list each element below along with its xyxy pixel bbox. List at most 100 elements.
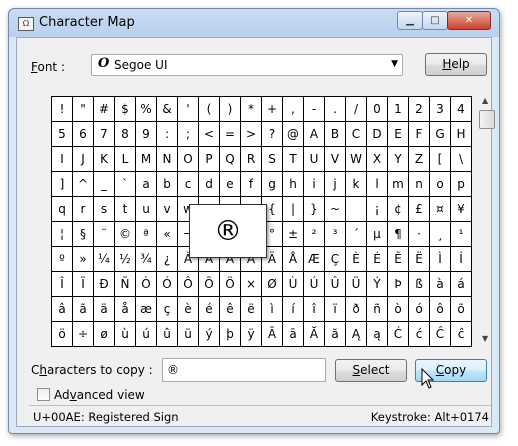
character-cell[interactable]: |	[283, 197, 304, 222]
character-cell[interactable]: è	[178, 297, 199, 322]
character-cell[interactable]: u	[136, 197, 157, 222]
character-cell[interactable]: =	[220, 122, 241, 147]
character-cell[interactable]: Ă	[304, 322, 325, 347]
character-cell[interactable]: ¸	[430, 222, 451, 247]
character-cell[interactable]: Ø	[262, 272, 283, 297]
minimize-button[interactable]: ▁	[397, 11, 423, 30]
character-cell[interactable]: $	[115, 97, 136, 122]
character-cell[interactable]: £	[409, 197, 430, 222]
character-cell[interactable]: ö	[52, 322, 73, 347]
character-cell[interactable]: ü	[178, 322, 199, 347]
character-cell[interactable]: ¤	[430, 197, 451, 222]
character-cell[interactable]: ý	[199, 322, 220, 347]
character-cell[interactable]: Ê	[388, 247, 409, 272]
character-cell[interactable]: I	[52, 147, 73, 172]
character-cell[interactable]: )	[220, 97, 241, 122]
character-cell[interactable]: +	[262, 97, 283, 122]
character-cell[interactable]: 0	[367, 97, 388, 122]
character-cell[interactable]: ©	[115, 222, 136, 247]
character-cell[interactable]: O	[178, 147, 199, 172]
character-cell[interactable]: D	[367, 122, 388, 147]
character-cell[interactable]: ;	[178, 122, 199, 147]
character-cell[interactable]: Ā	[262, 322, 283, 347]
character-cell[interactable]: Ú	[304, 272, 325, 297]
character-cell[interactable]: â	[52, 297, 73, 322]
character-cell[interactable]: ÿ	[241, 322, 262, 347]
character-cell[interactable]: É	[367, 247, 388, 272]
character-cell[interactable]: Z	[409, 147, 430, 172]
character-cell[interactable]: È	[346, 247, 367, 272]
character-cell[interactable]: ú	[136, 322, 157, 347]
character-cell[interactable]: \	[451, 147, 472, 172]
character-cell[interactable]: ç	[157, 297, 178, 322]
character-cell[interactable]: ì	[262, 297, 283, 322]
character-cell[interactable]: º	[52, 247, 73, 272]
character-cell[interactable]: ¿	[157, 247, 178, 272]
font-select[interactable]: O Segoe UI ▼	[91, 54, 403, 76]
character-cell[interactable]: û	[157, 322, 178, 347]
character-cell[interactable]: þ	[220, 322, 241, 347]
character-cell[interactable]: &	[157, 97, 178, 122]
character-cell[interactable]: ã	[73, 297, 94, 322]
character-cell[interactable]: P	[199, 147, 220, 172]
character-cell[interactable]: S	[262, 147, 283, 172]
checkbox-icon[interactable]	[37, 388, 50, 401]
character-cell[interactable]: *	[241, 97, 262, 122]
character-cell[interactable]: ¥	[451, 197, 472, 222]
character-cell[interactable]: Ï	[73, 272, 94, 297]
close-button[interactable]: ✕	[447, 11, 491, 30]
character-cell[interactable]: B	[325, 122, 346, 147]
character-cell[interactable]: Ü	[346, 272, 367, 297]
character-cell[interactable]: ¶	[388, 222, 409, 247]
character-cell[interactable]: ø	[94, 322, 115, 347]
character-cell[interactable]: -	[304, 97, 325, 122]
character-cell[interactable]: 8	[115, 122, 136, 147]
character-cell[interactable]: ±	[283, 222, 304, 247]
character-cell[interactable]: Î	[52, 272, 73, 297]
character-cell[interactable]: Ô	[178, 272, 199, 297]
character-cell[interactable]: Ñ	[115, 272, 136, 297]
character-cell[interactable]: p	[451, 172, 472, 197]
character-cell[interactable]: ß	[409, 272, 430, 297]
character-cell[interactable]: 4	[451, 97, 472, 122]
character-cell[interactable]: j	[325, 172, 346, 197]
character-cell[interactable]: §	[73, 222, 94, 247]
character-cell[interactable]: ê	[220, 297, 241, 322]
character-cell[interactable]: ²	[304, 222, 325, 247]
character-cell[interactable]: ×	[241, 272, 262, 297]
character-cell[interactable]: Ò	[136, 272, 157, 297]
character-cell[interactable]: W	[346, 147, 367, 172]
character-cell[interactable]: m	[388, 172, 409, 197]
character-cell[interactable]: r	[73, 197, 94, 222]
character-cell[interactable]: á	[451, 272, 472, 297]
character-cell[interactable]: ë	[241, 297, 262, 322]
character-cell[interactable]: Ð	[94, 272, 115, 297]
scroll-thumb[interactable]	[479, 110, 495, 129]
character-cell[interactable]: c	[178, 172, 199, 197]
character-cell[interactable]: Æ	[304, 247, 325, 272]
character-cell[interactable]: G	[430, 122, 451, 147]
character-cell[interactable]: Ą	[346, 322, 367, 347]
character-cell[interactable]: X	[367, 147, 388, 172]
character-cell[interactable]: J	[73, 147, 94, 172]
character-cell[interactable]: Å	[283, 247, 304, 272]
character-cell[interactable]: í	[283, 297, 304, 322]
advanced-view-checkbox[interactable]: Advanced view	[37, 388, 145, 402]
character-cell[interactable]: é	[199, 297, 220, 322]
character-cell[interactable]: T	[283, 147, 304, 172]
character-cell[interactable]: Í	[451, 247, 472, 272]
character-cell[interactable]: C	[346, 122, 367, 147]
character-cell[interactable]: #	[94, 97, 115, 122]
character-cell[interactable]: i	[304, 172, 325, 197]
character-cell[interactable]: 9	[136, 122, 157, 147]
character-cell[interactable]: ó	[409, 297, 430, 322]
character-cell[interactable]: õ	[451, 297, 472, 322]
character-cell[interactable]: '	[178, 97, 199, 122]
title-bar[interactable]: Ω Character Map ▁ □ ✕	[9, 9, 499, 37]
character-cell[interactable]: e	[220, 172, 241, 197]
character-cell[interactable]: ª	[136, 222, 157, 247]
character-cell[interactable]: h	[283, 172, 304, 197]
character-cell[interactable]: 7	[94, 122, 115, 147]
character-cell[interactable]: 5	[52, 122, 73, 147]
character-cell[interactable]: ¦	[52, 222, 73, 247]
